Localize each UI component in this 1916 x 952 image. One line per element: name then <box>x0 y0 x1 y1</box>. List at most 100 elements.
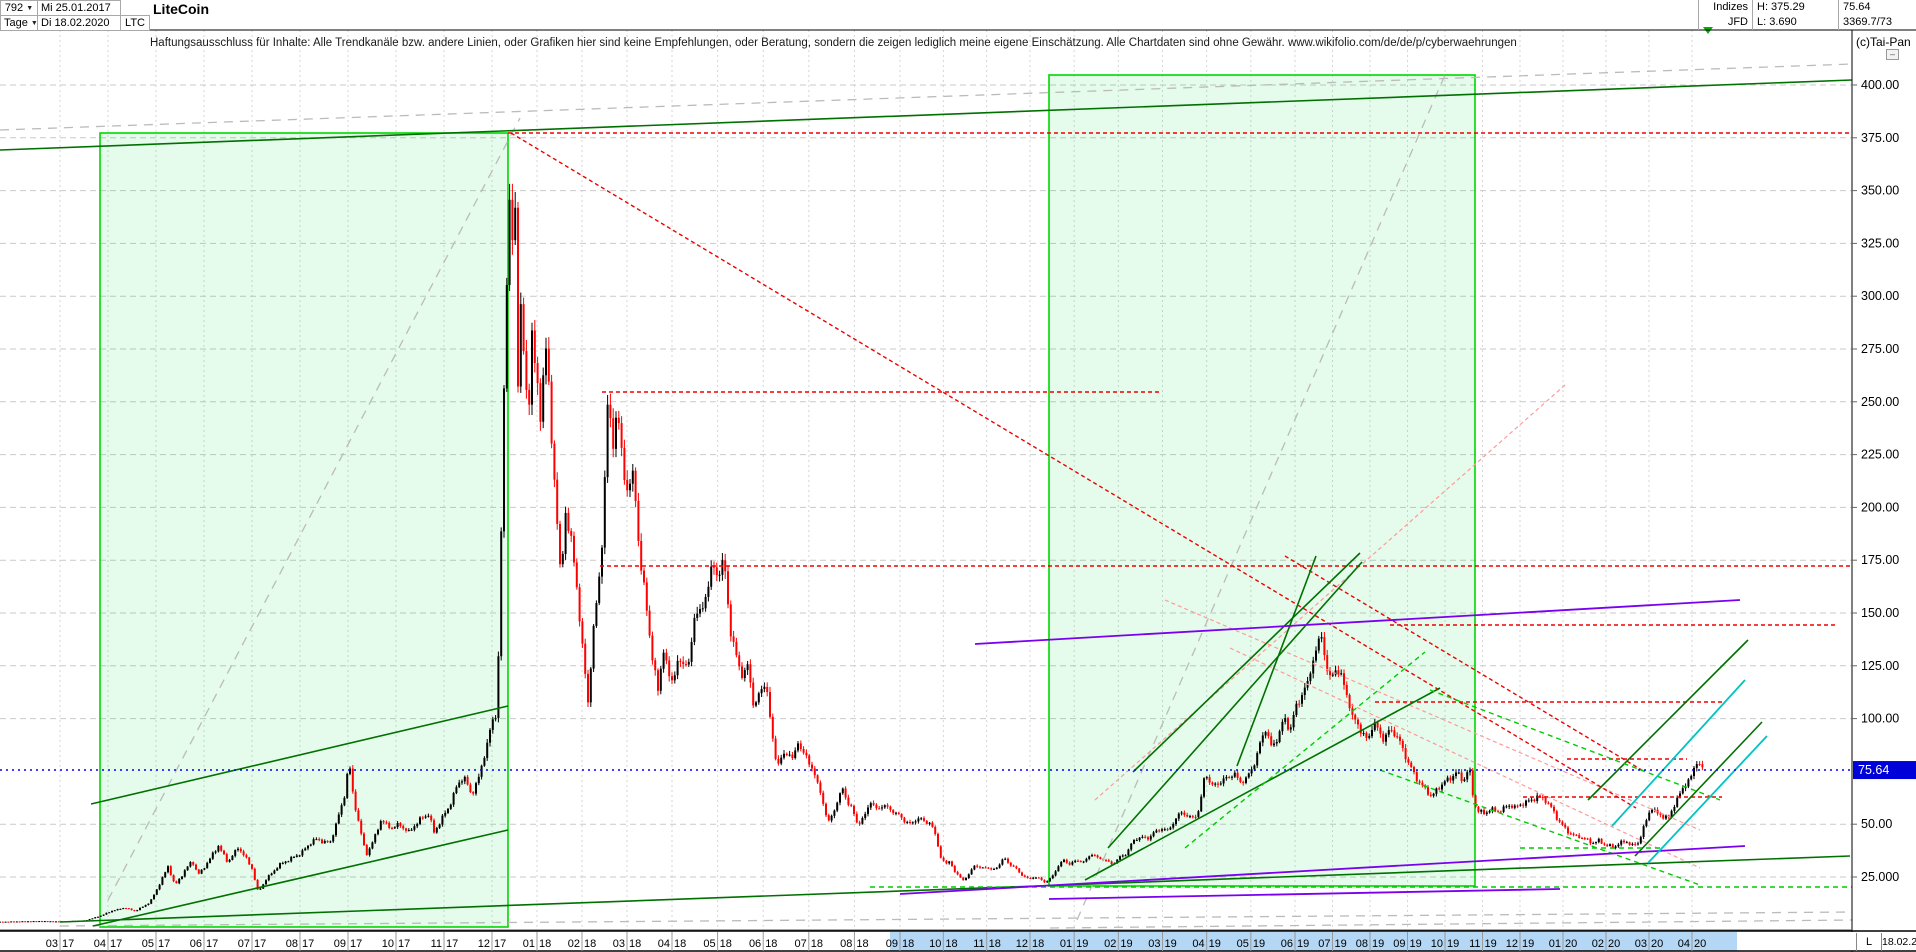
symbol-field[interactable]: LTC <box>120 15 150 31</box>
collapse-icon[interactable]: – <box>1886 49 1899 60</box>
svg-text:275.00: 275.00 <box>1861 342 1899 356</box>
green-trend-line[interactable] <box>1634 721 1763 857</box>
svg-text:300.00: 300.00 <box>1861 289 1899 303</box>
time-axis-label: 19 <box>1120 938 1132 950</box>
status-date: 18.02.20 <box>1882 936 1916 948</box>
svg-text:125.00: 125.00 <box>1861 659 1899 673</box>
time-axis-label: 19 <box>1447 938 1459 950</box>
copyright-label: (c)Tai-Pan <box>1856 35 1911 49</box>
indizes-label: Indizes <box>1698 0 1752 15</box>
time-axis-label: 18 <box>1032 938 1044 950</box>
current-price-tag-text: 75.64 <box>1858 763 1889 777</box>
time-axis-label: 18 <box>945 938 957 950</box>
time-axis-label: 08 <box>1356 938 1368 950</box>
time-axis-label: 18 <box>989 938 1001 950</box>
time-axis-label: 19 <box>1485 938 1497 950</box>
svg-text:175.00: 175.00 <box>1861 553 1899 567</box>
time-axis-label: 04 <box>1192 938 1204 950</box>
svg-text:25.000: 25.000 <box>1861 870 1899 884</box>
time-axis[interactable]: 03 17 04 17 05 17 06 17 07 17 08 17 09 17 10 17 11 17 12 17… <box>0 930 1916 952</box>
gray-trend-line[interactable] <box>1049 919 1853 929</box>
time-axis-label: 02 <box>568 938 580 950</box>
svg-text:250.00: 250.00 <box>1861 395 1899 409</box>
period-dropdown[interactable]: Tage ▼ <box>0 15 38 31</box>
time-axis-label: 06 <box>749 938 761 950</box>
green-trend-line[interactable] <box>0 79 1853 151</box>
time-axis-label: 19 <box>1165 938 1177 950</box>
time-axis-label: 07 <box>1318 938 1330 950</box>
status-linear-scale-toggle[interactable]: L <box>1856 933 1882 951</box>
time-axis-label: 11 <box>1469 938 1480 950</box>
disclaimer-text: Haftungsausschluss für Inhalte: Alle Tre… <box>150 37 1517 49</box>
price-chart-canvas[interactable]: 400.00 375.00 350.00 325.00 300.00 275.00 250.… <box>0 0 1916 952</box>
time-axis-label: 17 <box>302 938 314 950</box>
time-axis-label: 18 <box>811 938 823 950</box>
time-axis-label: 03 <box>1635 938 1647 950</box>
price-axis-background <box>1853 30 1916 952</box>
time-axis-label: 18 <box>674 938 686 950</box>
svg-text:350.00: 350.00 <box>1861 184 1899 198</box>
svg-text:200.00: 200.00 <box>1861 500 1899 514</box>
time-axis-label: 19 <box>1335 938 1347 950</box>
time-axis-label: 17 <box>398 938 410 950</box>
trend-channel-box[interactable] <box>99 132 509 928</box>
time-axis-label: 02 <box>1104 938 1116 950</box>
time-axis-label: 04 <box>1678 938 1690 950</box>
instrument-title: LiteCoin <box>153 1 209 17</box>
bars-count-dropdown[interactable]: 792 ▼ <box>0 0 38 16</box>
time-axis-label: 04 <box>94 938 106 950</box>
time-axis-label: 06 <box>1281 938 1293 950</box>
gray-trend-line[interactable] <box>0 63 1853 131</box>
time-axis-label: 18 <box>584 938 596 950</box>
time-axis-label: 19 <box>1410 938 1422 950</box>
svg-text:225.00: 225.00 <box>1861 448 1899 462</box>
svg-text:375.00: 375.00 <box>1861 131 1899 145</box>
time-axis-label: 11 <box>431 938 442 950</box>
time-axis-label: 07 <box>795 938 807 950</box>
time-axis-label: 20 <box>1608 938 1620 950</box>
time-axis-label: 17 <box>110 938 122 950</box>
time-axis-label: 09 <box>334 938 346 950</box>
time-axis-label: 01 <box>1060 938 1072 950</box>
svg-text:400.00: 400.00 <box>1861 78 1899 92</box>
time-axis-label: 17 <box>158 938 170 950</box>
time-axis-label: 18 <box>765 938 777 950</box>
cyan-trend-line[interactable] <box>1647 735 1768 864</box>
svg-text:50.00: 50.00 <box>1861 817 1892 831</box>
time-axis-label: 02 <box>1592 938 1604 950</box>
time-axis-label: 03 <box>613 938 625 950</box>
time-axis-label: 17 <box>254 938 266 950</box>
time-axis-label: 12 <box>1506 938 1518 950</box>
period-high-value: H: 375.29 <box>1752 0 1838 15</box>
time-axis-label: 19 <box>1522 938 1534 950</box>
time-axis-label: 17 <box>62 938 74 950</box>
cyan-trend-lines[interactable] <box>1611 679 1768 864</box>
time-axis-label: 18 <box>629 938 641 950</box>
time-axis-label: 18 <box>902 938 914 950</box>
time-axis-label: 07 <box>238 938 250 950</box>
time-axis-label: 12 <box>1016 938 1028 950</box>
time-axis-label: 10 <box>382 938 394 950</box>
time-axis-label: 10 <box>929 938 941 950</box>
time-axis-label: 19 <box>1076 938 1088 950</box>
time-axis-label: 17 <box>446 938 458 950</box>
time-axis-label: 19 <box>1297 938 1309 950</box>
time-axis-label: 20 <box>1651 938 1663 950</box>
purple-trend-line[interactable] <box>1048 888 1561 900</box>
time-axis-label: 04 <box>658 938 670 950</box>
time-axis-label: 01 <box>523 938 535 950</box>
period-low-value: L: 3.690 <box>1752 15 1838 30</box>
time-axis-label: 20 <box>1565 938 1577 950</box>
time-axis-label: 18 <box>856 938 868 950</box>
date-from-field[interactable]: Mi 25.01.2017 <box>37 0 121 16</box>
chevron-down-icon: ▼ <box>26 5 34 12</box>
time-axis-label: 10 <box>1431 938 1443 950</box>
time-axis-label: 08 <box>286 938 298 950</box>
date-to-field[interactable]: Di 18.02.2020 <box>37 15 121 31</box>
green-trend-line[interactable] <box>1587 639 1749 801</box>
time-axis-label: 18 <box>539 938 551 950</box>
time-axis-label: 09 <box>1393 938 1405 950</box>
time-axis-label: 19 <box>1372 938 1384 950</box>
feed-label: JFD <box>1698 15 1752 30</box>
trend-channel-boxes[interactable] <box>99 74 1476 928</box>
